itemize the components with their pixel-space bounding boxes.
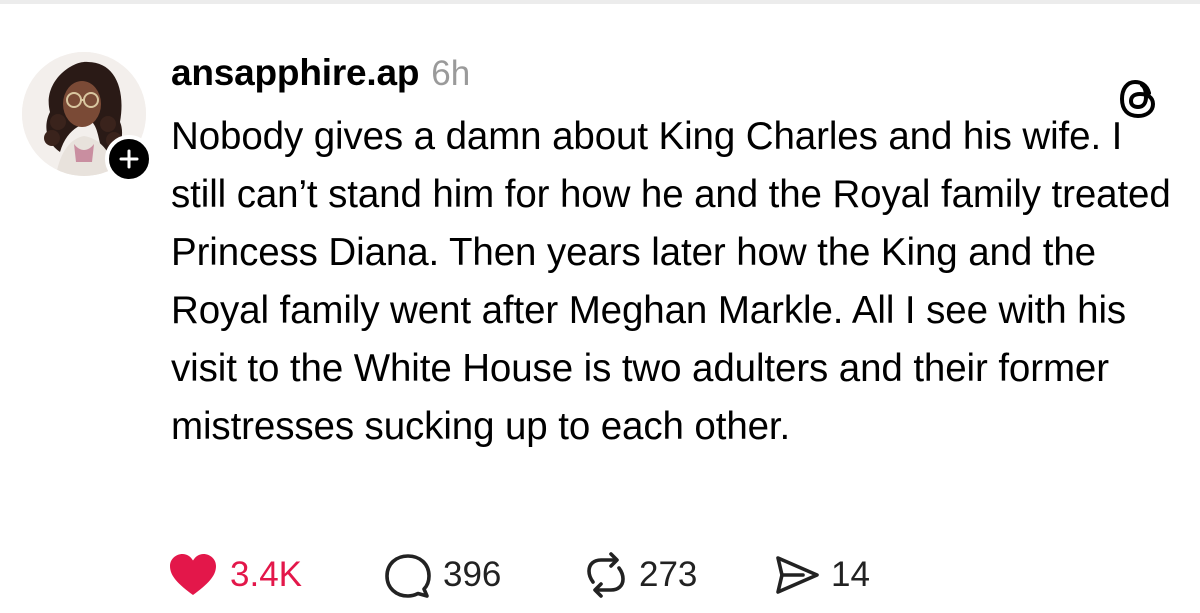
plus-icon <box>119 149 139 169</box>
post-actions: 3.4K 396 273 14 <box>168 550 923 600</box>
send-icon <box>776 556 819 594</box>
share-count: 14 <box>831 555 870 594</box>
speech-bubble-icon <box>385 554 431 598</box>
follow-plus-badge[interactable] <box>105 135 153 183</box>
repost-count: 273 <box>639 555 698 594</box>
reply-button[interactable]: 396 <box>383 550 583 600</box>
like-button[interactable]: 3.4K <box>168 550 383 600</box>
top-divider <box>0 0 1200 4</box>
reply-count: 396 <box>443 555 502 594</box>
post-header: ansapphire.ap 6h <box>171 52 470 96</box>
like-count: 3.4K <box>230 555 302 594</box>
post-body-text: Nobody gives a damn about King Charles a… <box>171 115 1171 448</box>
heart-icon <box>170 554 216 595</box>
username[interactable]: ansapphire.ap <box>171 52 419 94</box>
post-timestamp: 6h <box>431 54 471 93</box>
share-button[interactable]: 14 <box>773 550 923 600</box>
repost-button[interactable]: 273 <box>583 550 773 600</box>
avatar-container[interactable] <box>22 52 154 184</box>
threads-post: ansapphire.ap 6h Nobody gives a damn abo… <box>0 0 1200 613</box>
repost-icon <box>587 552 625 598</box>
